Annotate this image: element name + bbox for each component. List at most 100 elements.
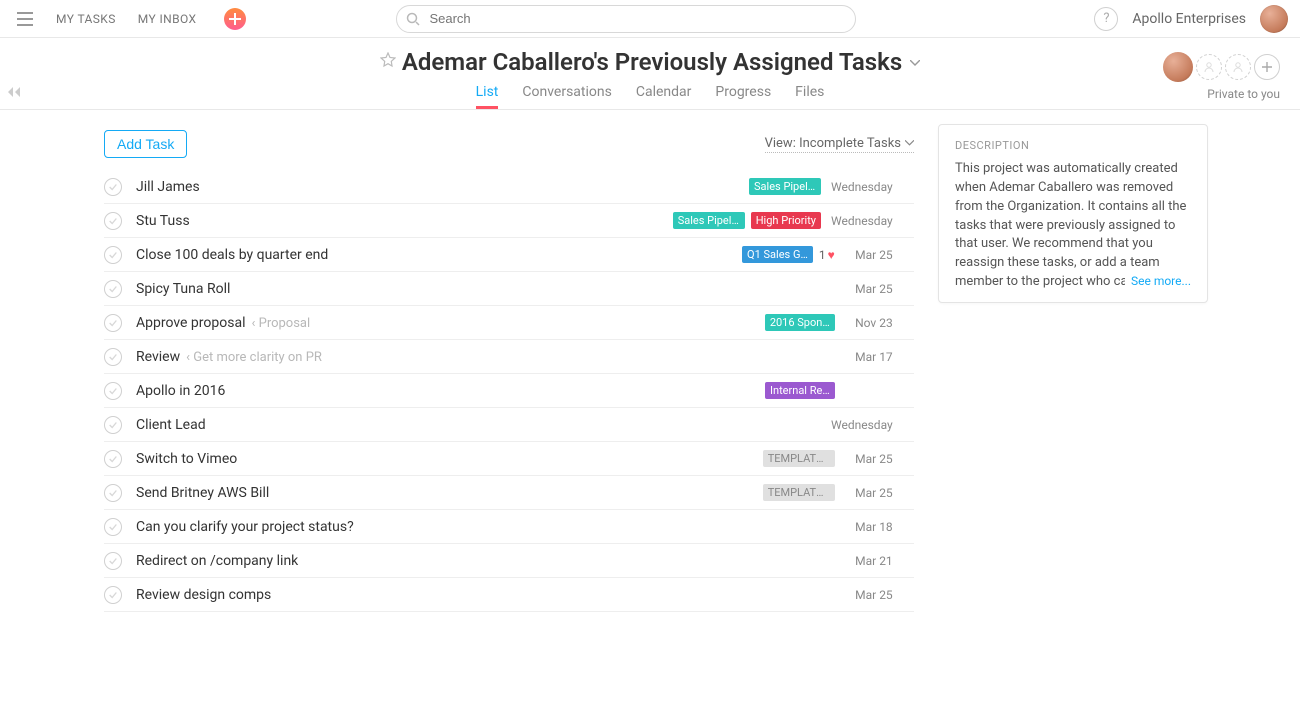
project-tag[interactable]: High Priority [751, 212, 821, 229]
description-heading: DESCRIPTION [955, 139, 1191, 152]
task-name: Close 100 deals by quarter end [136, 247, 742, 263]
view-selector[interactable]: View: Incomplete Tasks [765, 136, 914, 153]
task-row[interactable]: Close 100 deals by quarter endQ1 Sales G… [104, 238, 914, 272]
add-task-button[interactable]: Add Task [104, 130, 187, 158]
list-toolbar: Add Task View: Incomplete Tasks [104, 124, 914, 170]
nav-my-inbox[interactable]: MY INBOX [138, 12, 197, 26]
task-name: Review‹ Get more clarity on PR [136, 349, 841, 365]
complete-checkbox[interactable] [104, 586, 122, 604]
task-row[interactable]: Review‹ Get more clarity on PRMar 17› [104, 340, 914, 374]
search-icon [406, 11, 420, 30]
task-row[interactable]: Apollo in 2016Internal Re…› [104, 374, 914, 408]
due-date: Nov 23 [845, 316, 893, 330]
task-name: Spicy Tuna Roll [136, 281, 841, 297]
description-body: This project was automatically created w… [955, 160, 1191, 290]
project-tag[interactable]: Internal Re… [765, 382, 835, 399]
task-name: Apollo in 2016 [136, 383, 765, 399]
task-name: Jill James [136, 179, 749, 195]
complete-checkbox[interactable] [104, 382, 122, 400]
due-date: Mar 25 [845, 486, 893, 500]
collaborators [1163, 52, 1280, 82]
project-tag[interactable]: Sales Pipeli… [673, 212, 745, 229]
see-more-link[interactable]: See more... [1125, 273, 1191, 290]
sidebar-expand-icon[interactable] [8, 86, 20, 100]
search-input[interactable] [396, 5, 856, 33]
task-row[interactable]: Switch to VimeoTEMPLATE:…Mar 25› [104, 442, 914, 476]
project-tag[interactable]: Sales Pipeli… [749, 178, 821, 195]
task-row[interactable]: Jill JamesSales Pipeli…Wednesday› [104, 170, 914, 204]
task-parent-ref: ‹ Get more clarity on PR [186, 350, 322, 365]
due-date: Wednesday [831, 180, 893, 194]
collaborator-avatar[interactable] [1163, 52, 1193, 82]
task-row[interactable]: Can you clarify your project status? Mar … [104, 510, 914, 544]
complete-checkbox[interactable] [104, 450, 122, 468]
like-count[interactable]: 1 ♥ [819, 248, 835, 262]
project-tabs: List Conversations Calendar Progress Files [0, 84, 1300, 109]
collaborator-placeholder [1225, 54, 1251, 80]
complete-checkbox[interactable] [104, 280, 122, 298]
task-name: Client Lead [136, 417, 827, 433]
task-name: Send Britney AWS Bill [136, 485, 763, 501]
header-nav: MY TASKS MY INBOX [56, 12, 196, 26]
complete-checkbox[interactable] [104, 246, 122, 264]
project-tag[interactable]: TEMPLATE:… [763, 484, 835, 501]
project-tag[interactable]: 2016 Spon… [765, 314, 835, 331]
task-list: Jill JamesSales Pipeli…Wednesday›Stu Tus… [104, 170, 914, 612]
project-header: Ademar Caballero's Previously Assigned T… [0, 38, 1300, 109]
task-name: Review design comps [136, 587, 841, 603]
complete-checkbox[interactable] [104, 484, 122, 502]
privacy-label[interactable]: Private to you [1207, 87, 1280, 101]
complete-checkbox[interactable] [104, 552, 122, 570]
new-button[interactable] [224, 8, 246, 30]
task-row[interactable]: Redirect on /company linkMar 21› [104, 544, 914, 578]
project-title-row[interactable]: Ademar Caballero's Previously Assigned T… [0, 48, 1300, 76]
project-tag[interactable]: Q1 Sales G… [742, 246, 813, 263]
tab-calendar[interactable]: Calendar [636, 84, 692, 109]
project-tag[interactable]: TEMPLATE:… [763, 450, 835, 467]
tab-list[interactable]: List [476, 84, 499, 109]
tab-progress[interactable]: Progress [715, 84, 771, 109]
task-row[interactable]: Spicy Tuna RollMar 25› [104, 272, 914, 306]
due-date: Mar 21 [845, 554, 893, 568]
due-date: Mar 25 [845, 282, 893, 296]
workspace-switcher[interactable]: Apollo Enterprises [1132, 11, 1246, 27]
due-date: Mar 18 [845, 520, 893, 534]
description-panel[interactable]: DESCRIPTION This project was automatical… [938, 124, 1208, 303]
due-date: Mar 25 [845, 588, 893, 602]
due-date: Mar 17 [845, 350, 893, 364]
task-name: Redirect on /company link [136, 553, 841, 569]
task-row[interactable]: Review design compsMar 25› [104, 578, 914, 612]
view-selector-label: View: Incomplete Tasks [765, 136, 901, 151]
nav-my-tasks[interactable]: MY TASKS [56, 12, 116, 26]
chevron-down-icon[interactable] [910, 55, 920, 69]
project-title: Ademar Caballero's Previously Assigned T… [402, 48, 902, 76]
task-row[interactable]: Client LeadWednesday› [104, 408, 914, 442]
task-row[interactable]: Send Britney AWS BillTEMPLATE:…Mar 25› [104, 476, 914, 510]
topbar: MY TASKS MY INBOX ? Apollo Enterprises [0, 0, 1300, 38]
tab-files[interactable]: Files [795, 84, 824, 109]
tab-conversations[interactable]: Conversations [522, 84, 611, 109]
due-date: Mar 25 [845, 452, 893, 466]
complete-checkbox[interactable] [104, 178, 122, 196]
help-icon[interactable]: ? [1094, 7, 1118, 31]
task-row[interactable]: Approve proposal‹ Proposal2016 Spon… Nov … [104, 306, 914, 340]
task-name: Stu Tuss [136, 213, 673, 229]
menu-icon[interactable] [12, 6, 38, 32]
complete-checkbox[interactable] [104, 416, 122, 434]
due-date: Mar 25 [845, 248, 893, 262]
complete-checkbox[interactable] [104, 348, 122, 366]
complete-checkbox[interactable] [104, 314, 122, 332]
task-name: Can you clarify your project status? [136, 519, 841, 535]
task-name: Switch to Vimeo [136, 451, 763, 467]
collaborator-placeholder [1196, 54, 1222, 80]
task-name: Approve proposal‹ Proposal [136, 315, 765, 331]
add-collaborator-button[interactable] [1254, 54, 1280, 80]
task-row[interactable]: Stu TussSales Pipeli… High Priority Wednes… [104, 204, 914, 238]
complete-checkbox[interactable] [104, 518, 122, 536]
user-avatar[interactable] [1260, 5, 1288, 33]
heart-icon: ♥ [828, 248, 835, 262]
complete-checkbox[interactable] [104, 212, 122, 230]
star-icon[interactable] [380, 52, 396, 72]
task-parent-ref: ‹ Proposal [251, 316, 310, 331]
due-date: Wednesday [831, 214, 893, 228]
